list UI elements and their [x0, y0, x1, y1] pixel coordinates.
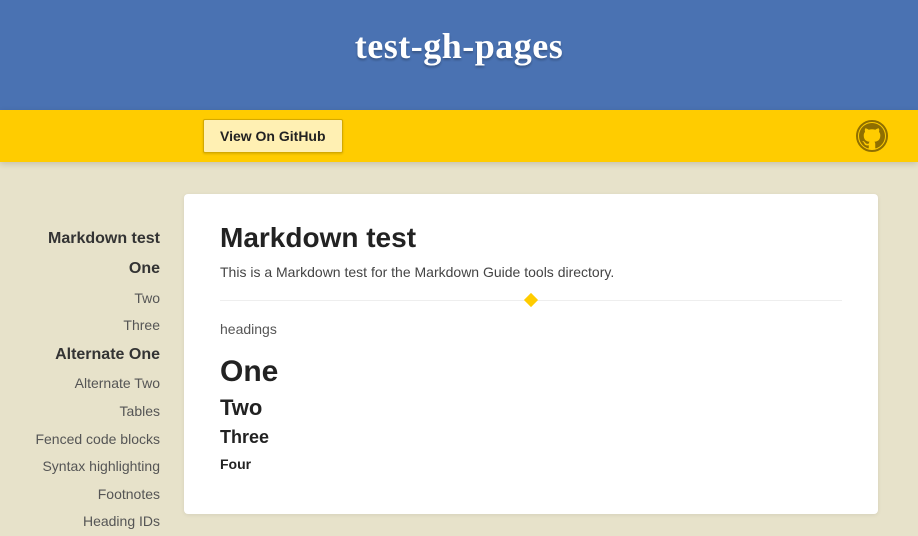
toc-item[interactable]: Two: [0, 285, 184, 313]
view-on-github-button[interactable]: View On GitHub: [203, 119, 343, 153]
action-banner: View On GitHub: [0, 110, 918, 162]
site-title: test-gh-pages: [355, 25, 563, 67]
toc-item[interactable]: Fenced code blocks: [0, 426, 184, 454]
github-icon[interactable]: [856, 120, 888, 152]
hero-banner: test-gh-pages: [0, 0, 918, 110]
toc-item[interactable]: Footnotes: [0, 481, 184, 509]
article-description: This is a Markdown test for the Markdown…: [220, 264, 842, 280]
toc-item[interactable]: Heading IDs: [0, 508, 184, 536]
section-label-headings: headings: [220, 321, 842, 337]
toc-item[interactable]: Alternate One: [0, 340, 184, 370]
toc-item[interactable]: Alternate Two: [0, 370, 184, 398]
toc-item[interactable]: Syntax highlighting: [0, 453, 184, 481]
divider-ornament: [220, 300, 842, 301]
sample-heading-1: One: [220, 355, 842, 389]
sample-heading-2: Two: [220, 395, 842, 421]
article-title: Markdown test: [220, 222, 842, 254]
toc-sidebar: Markdown testOneTwoThreeAlternate OneAlt…: [0, 194, 184, 536]
toc-item[interactable]: Tables: [0, 398, 184, 426]
toc-item[interactable]: Three: [0, 312, 184, 340]
toc-item[interactable]: Markdown test: [0, 224, 184, 254]
sample-heading-3: Three: [220, 427, 842, 448]
article-card: Markdown test This is a Markdown test fo…: [184, 194, 878, 514]
toc-item[interactable]: One: [0, 254, 184, 284]
sample-heading-4: Four: [220, 456, 842, 472]
